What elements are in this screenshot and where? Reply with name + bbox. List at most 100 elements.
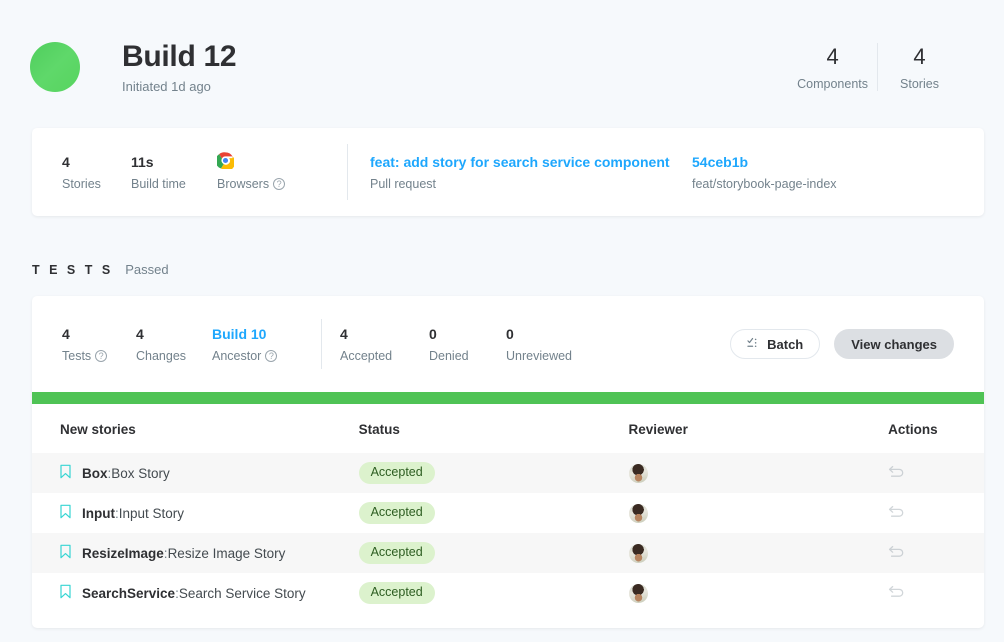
info-stat-stories: 4 Stories (62, 153, 131, 190)
undo-icon[interactable] (888, 505, 905, 519)
tests-stat-accepted: 4 Accepted (340, 325, 429, 362)
tests-stat-tests: 4 Tests ? (62, 325, 136, 363)
tests-stat-changes: 4 Changes (136, 325, 212, 362)
story-label: SearchService:Search Service Story (82, 586, 306, 601)
status-cell: Accepted (358, 573, 629, 613)
story-cell-container: SearchService:Search Service Story (32, 573, 359, 613)
bookmark-icon (60, 584, 71, 602)
story-cell-container: ResizeImage:Resize Image Story (32, 533, 359, 573)
status-badge: Accepted (358, 542, 435, 564)
info-stories-label: Stories (62, 176, 101, 191)
commit-block: 54ceb1b feat/storybook-page-index (692, 153, 837, 190)
tests-count-value: 4 (62, 326, 70, 343)
status-cell: Accepted (358, 533, 629, 573)
table-header-row: New stories Status Reviewer Actions (32, 404, 984, 453)
reviewer-cell (628, 493, 889, 533)
build-subtitle: Initiated 1d ago (122, 78, 211, 94)
commit-hash-link[interactable]: 54ceb1b (692, 153, 837, 171)
tests-status-text: Passed (125, 262, 169, 277)
actions-cell (888, 493, 984, 533)
avatar[interactable] (628, 543, 648, 563)
chrome-icon (215, 152, 236, 173)
stories-table-head: New stories Status Reviewer Actions (32, 404, 984, 453)
avatar[interactable] (628, 503, 648, 523)
batch-button-label: Batch (767, 336, 804, 352)
undo-icon[interactable] (888, 465, 905, 479)
view-changes-button[interactable]: View changes (834, 329, 954, 359)
avatar[interactable] (628, 583, 648, 603)
actions-cell (888, 533, 984, 573)
batch-button[interactable]: Batch (730, 329, 821, 359)
column-header-actions: Actions (888, 404, 984, 453)
ancestor-build-link[interactable]: Build 10 (212, 325, 307, 343)
tests-heading-label: T E S T S (32, 263, 114, 277)
tests-summary-divider (321, 319, 322, 369)
tests-card: 4 Tests ? 4 Changes Build 10 Ancestor ? (32, 296, 984, 628)
stories-label: Stories (900, 76, 939, 91)
pull-request-link[interactable]: feat: add story for search service compo… (370, 153, 692, 171)
tests-help-icon[interactable]: ? (95, 349, 108, 362)
pull-request-caption: Pull request (370, 176, 437, 191)
status-badge: Accepted (358, 462, 435, 484)
unreviewed-label: Unreviewed (506, 348, 573, 363)
checklist-icon (747, 337, 760, 352)
browsers-help-icon[interactable]: ? (273, 178, 286, 190)
story-label: Input:Input Story (82, 506, 184, 521)
status-cell: Accepted (358, 453, 629, 493)
bookmark-icon (60, 464, 71, 482)
undo-icon[interactable] (888, 585, 905, 599)
undo-icon[interactable] (888, 545, 905, 559)
table-row[interactable]: Input:Input Story Accepted (32, 493, 984, 533)
story-story-name: Search Service Story (178, 585, 306, 601)
story-cell-container: Box:Box Story (32, 453, 359, 493)
status-cell: Accepted (358, 493, 629, 533)
build-time-value: 11s (131, 154, 154, 171)
denied-count-value: 0 (429, 326, 437, 343)
pull-request-block: feat: add story for search service compo… (370, 153, 692, 190)
tests-stat-ancestor: Build 10 Ancestor ? (212, 325, 307, 363)
stories-count: 4 (913, 44, 926, 70)
status-badge: Accepted (358, 582, 435, 604)
tests-summary-row: 4 Tests ? 4 Changes Build 10 Ancestor ? (32, 296, 984, 392)
column-header-reviewer: Reviewer (628, 404, 889, 453)
commit-branch: feat/storybook-page-index (692, 176, 837, 191)
bookmark-icon (60, 544, 71, 562)
story-story-name: Resize Image Story (167, 545, 286, 561)
header-stat-components: 4 Components (788, 43, 877, 91)
story-component-name: Input (82, 505, 115, 521)
table-row[interactable]: SearchService:Search Service Story Accept… (32, 573, 984, 613)
column-header-new-stories: New stories (32, 404, 359, 453)
browsers-label-wrap: Browsers ? (217, 177, 337, 191)
status-badge: Accepted (358, 502, 435, 524)
reviewer-cell (628, 453, 889, 493)
changes-count-label: Changes (136, 348, 187, 363)
info-stat-browsers: Browsers ? (215, 152, 337, 191)
view-changes-label: View changes (851, 336, 937, 352)
build-detail-page: Build 12 Initiated 1d ago 4 Components 4… (0, 0, 1004, 642)
table-row[interactable]: Box:Box Story Accepted (32, 453, 984, 493)
accepted-label: Accepted (340, 348, 393, 363)
changes-count-value: 4 (136, 326, 144, 343)
info-stories-value: 4 (62, 154, 70, 171)
avatar[interactable] (628, 463, 648, 483)
ancestor-help-icon[interactable]: ? (265, 349, 278, 362)
unreviewed-count-value: 0 (506, 326, 514, 343)
tests-count-label-wrap: Tests ? (62, 349, 136, 363)
stories-table: New stories Status Reviewer Actions Box:… (32, 404, 984, 613)
reviewer-cell (628, 533, 889, 573)
story-cell-container: Input:Input Story (32, 493, 359, 533)
tests-progress-bar (32, 392, 984, 404)
story-story-name: Box Story (111, 465, 170, 481)
info-stat-build-time: 11s Build time (131, 153, 217, 190)
ancestor-label: Ancestor (212, 348, 262, 363)
story-component-name: ResizeImage (82, 545, 164, 561)
reviewer-cell (628, 573, 889, 613)
components-count: 4 (826, 44, 839, 70)
story-component-name: SearchService (82, 585, 176, 601)
build-time-label: Build time (131, 176, 186, 191)
browser-icon-list (215, 152, 337, 173)
actions-cell (888, 453, 984, 493)
build-info-card: 4 Stories 11s Build time Browsers ? feat… (32, 128, 984, 216)
table-row[interactable]: ResizeImage:Resize Image Story Accepted (32, 533, 984, 573)
tests-count-label: Tests (62, 348, 92, 363)
